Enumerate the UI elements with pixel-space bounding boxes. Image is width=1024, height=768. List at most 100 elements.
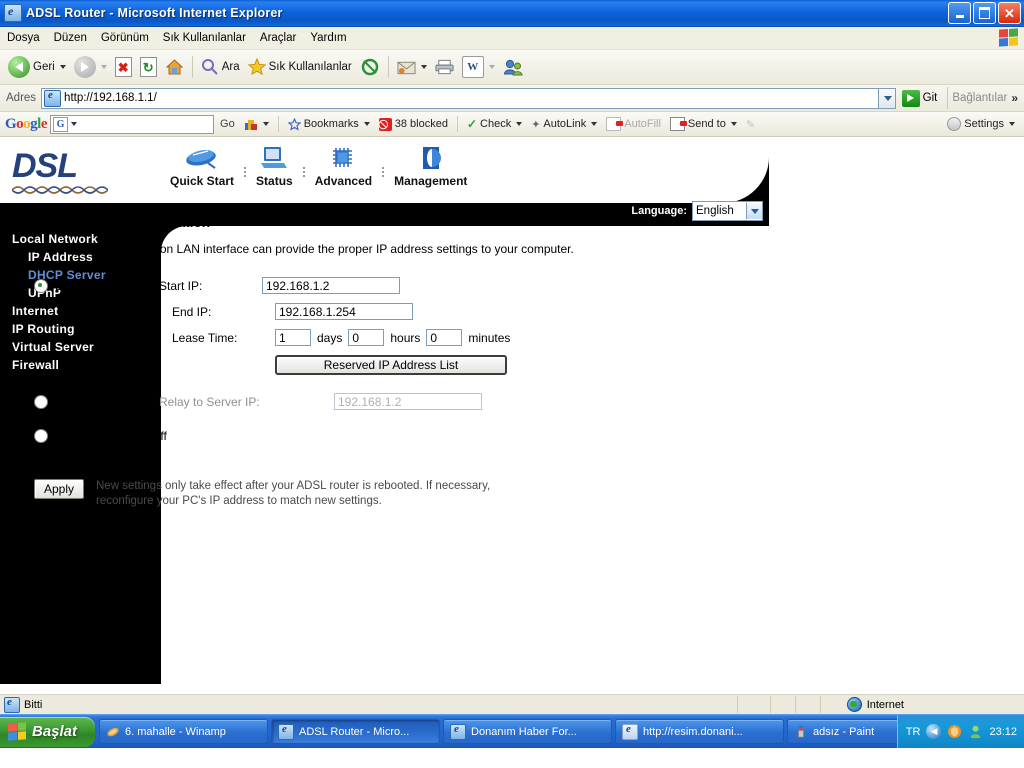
windows-flag-icon [8,722,26,741]
minimize-button[interactable] [948,2,971,24]
chevron-down-icon[interactable] [591,122,598,126]
row-server-relay-off: Server and Relay Off [34,429,634,443]
links-chevron-icon[interactable]: » [1011,91,1018,105]
sendto-icon [669,117,687,131]
nav-item-management[interactable]: Management [384,145,477,188]
edit-button[interactable]: W [458,54,499,80]
taskbar-item-adsl-router[interactable]: e ADSL Router - Micro... [271,719,441,744]
row-lease-time: Lease Time: 1 days 0 hours 0 minutes [34,329,634,346]
google-autolink-button[interactable]: ✦ AutoLink [528,118,600,131]
taskbar-item-donanim-haber[interactable]: e Donanım Haber For... [443,719,613,744]
statusbar-separator [819,696,821,713]
chevron-down-icon [100,65,107,69]
ie-icon: e [450,723,467,740]
google-toolbar: Google G Go Bookmarks ⃠ 38 blocked ✓ Che… [0,112,1024,137]
refresh-button[interactable]: ↻ [136,55,161,79]
input-lease-minutes[interactable]: 0 [426,329,463,346]
taskbar-item-resim-donanim[interactable]: e http://resim.donani... [615,719,785,744]
mail-button[interactable] [393,58,431,77]
chevron-down-icon[interactable] [59,65,66,69]
menu-item-sik-kullanilanlar[interactable]: Sık Kullanılanlar [156,30,253,46]
row-dhcp-server-on: DHCP Server On Start IP: 192.168.1.2 [34,277,634,294]
start-label: Başlat [32,723,78,740]
menu-bar: Dosya Düzen Görünüm Sık Kullanılanlar Ar… [0,27,1024,50]
chevron-down-icon[interactable] [363,122,370,126]
tray-chevron-icon[interactable]: ◀ [926,724,942,739]
chevron-down-icon[interactable] [746,203,762,219]
radio-dhcp-server-on[interactable] [34,278,48,293]
menu-item-duzen[interactable]: Düzen [47,30,94,46]
refresh-icon: ↻ [139,57,157,77]
radio-relay-on[interactable] [34,394,48,409]
toolbar-separator [191,56,193,78]
address-dropdown-button[interactable] [878,87,896,109]
print-button[interactable] [431,57,458,77]
menu-item-gorunum[interactable]: Görünüm [94,30,156,46]
google-go-button[interactable]: Go [217,118,238,130]
messenger-icon [503,59,523,76]
google-sendto-button[interactable]: Send to [667,117,740,131]
menu-item-dosya[interactable]: Dosya [0,30,47,46]
history-button[interactable] [356,56,384,78]
unit-hours: hours [390,330,421,345]
chevron-down-icon[interactable] [420,65,427,69]
word-icon: W [461,56,484,78]
google-check-button[interactable]: ✓ Check [464,117,525,131]
input-lease-days[interactable]: 1 [275,329,311,346]
radio-server-and-relay-off[interactable] [34,429,48,443]
input-start-ip[interactable]: 192.168.1.2 [262,277,400,294]
autofill-icon [606,117,624,131]
chevron-down-icon[interactable] [71,122,78,126]
chevron-down-icon[interactable] [1009,122,1015,126]
input-language-indicator[interactable]: TR [906,726,921,738]
google-autofill-button[interactable]: AutoFill [603,117,664,131]
google-page-rank[interactable] [241,118,272,131]
go-button[interactable]: Git [901,89,937,107]
favorites-button[interactable]: Sık Kullanılanlar [244,56,356,78]
google-autolink-label: AutoLink [543,118,587,130]
nav-item-status[interactable]: Status [246,145,303,188]
stop-button[interactable]: ✖ [111,55,136,79]
nav-item-advanced[interactable]: Advanced [305,145,382,188]
chevron-down-icon [488,65,495,69]
chevron-down-icon[interactable] [262,122,269,126]
links-label[interactable]: Bağlantılar [952,92,1007,104]
user-icon[interactable] [968,724,983,739]
clock[interactable]: 23:12 [989,726,1017,738]
home-button[interactable] [161,56,188,78]
pagerank-icon [244,119,257,130]
favorites-label: Sık Kullanılanlar [268,61,352,73]
google-g-badge-icon: G [53,116,69,132]
address-input[interactable]: http://192.168.1.1/ [41,87,879,109]
start-button[interactable]: Başlat [0,716,96,747]
taskbar-item-winamp[interactable]: 6. mahalle - Winamp [99,719,269,744]
input-end-ip[interactable]: 192.168.1.254 [275,303,413,320]
chevron-down-icon[interactable] [730,122,737,126]
nav-item-quick-start[interactable]: Quick Start [160,145,244,188]
forward-button[interactable] [70,54,111,80]
taskbar-label: Donanım Haber For... [471,725,577,738]
search-button[interactable]: Ara [197,56,244,78]
menu-item-araclar[interactable]: Araçlar [253,30,303,46]
messenger-button[interactable] [499,56,527,78]
google-settings-button[interactable]: Settings [944,117,1018,131]
toolbar-separator [277,116,279,132]
language-select[interactable]: English [692,201,763,221]
google-blocked-counter[interactable]: ⃠ 38 blocked [376,117,451,131]
input-relay-server-ip[interactable]: 192.168.1.2 [334,393,482,410]
toolbar-separator [387,56,389,78]
chevron-down-icon[interactable] [516,122,523,126]
row-end-ip: End IP: 192.168.1.254 [34,303,634,320]
close-button[interactable]: ✕ [998,2,1021,24]
back-button[interactable]: Geri [4,54,70,80]
menu-item-yardim[interactable]: Yardım [303,30,353,46]
shield-icon[interactable] [947,724,962,739]
apply-button[interactable]: Apply [34,479,84,499]
language-value: English [696,205,734,217]
google-search-input[interactable]: G [50,114,215,134]
google-bookmarks-button[interactable]: Bookmarks [285,117,373,131]
maximize-button[interactable] [973,2,996,24]
input-lease-hours[interactable]: 0 [348,329,385,346]
google-highlight-button[interactable]: ✎ [743,118,758,131]
reserved-ip-address-list-button[interactable]: Reserved IP Address List [275,355,507,375]
